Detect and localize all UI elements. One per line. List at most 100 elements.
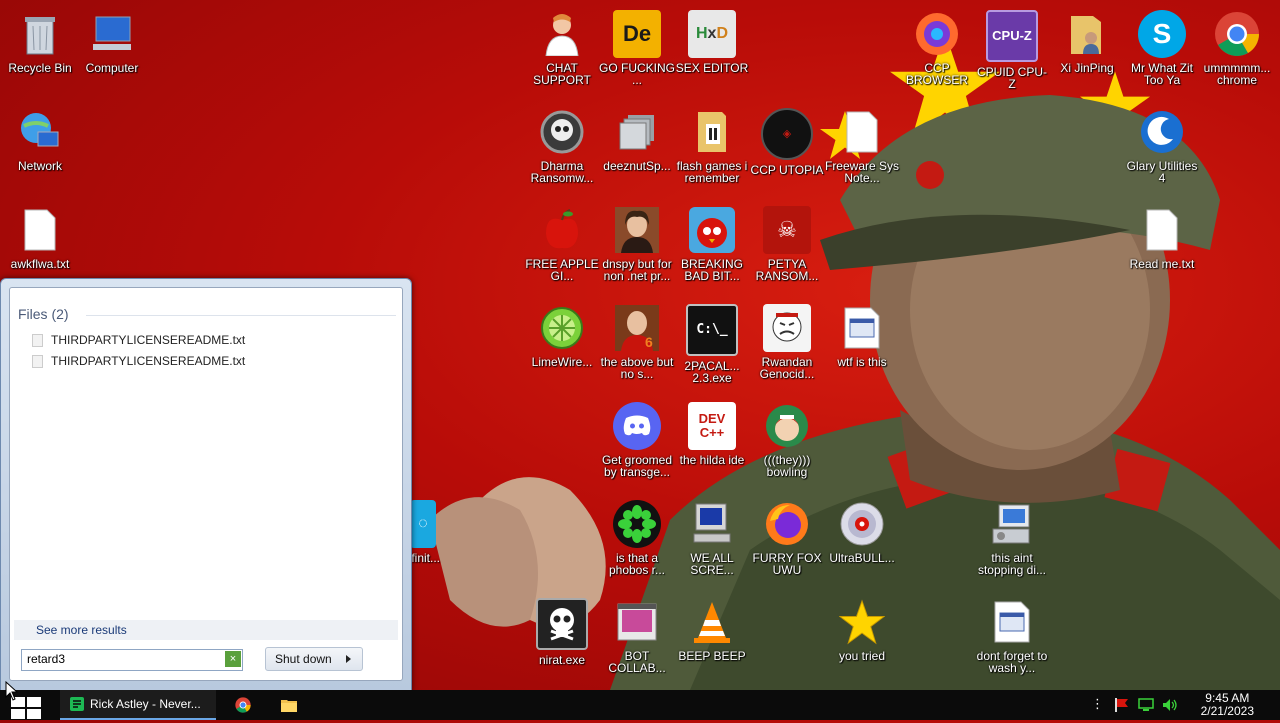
taskbar-item-notepad[interactable]: Rick Astley - Never... — [60, 690, 216, 720]
vlc-icon — [688, 598, 736, 646]
desktop-icon-bot-collab[interactable]: BOT COLLAB... — [597, 594, 677, 686]
icon-label: CHAT SUPPORT — [533, 61, 591, 87]
petya-skull-icon: ☠ — [763, 206, 811, 254]
desktop-icon-phobos[interactable]: is that a phobos r... — [597, 496, 677, 588]
desktop-icon-you-tried[interactable]: you tried — [822, 594, 902, 686]
skype-icon: S — [1138, 10, 1186, 58]
chrome-icon — [1213, 10, 1261, 58]
start-search-input[interactable] — [22, 650, 219, 668]
desktop-icon-dont-forget[interactable]: dont forget to wash y... — [972, 594, 1052, 686]
desktop-icon-dharma[interactable]: Dharma Ransomw... — [522, 104, 602, 196]
desktop-icon-this-aint-stopping[interactable]: this aint stopping di... — [972, 496, 1052, 588]
de-app-icon: De — [613, 10, 661, 58]
desktop-icon-beep-beep[interactable]: BEEP BEEP — [672, 594, 752, 686]
desktop-icon-rwandan[interactable]: Rwandan Genocid... — [747, 300, 827, 392]
icon-label: SEX EDITOR — [675, 61, 749, 75]
icon-label: dnspy but for non .net pr... — [602, 257, 672, 283]
desktop-icon-nirat[interactable]: nirat.exe — [522, 594, 602, 686]
icon-label: Network — [17, 159, 62, 173]
icon-label: Glary Utilities 4 — [1126, 159, 1198, 185]
desktop-icon-get-groomed[interactable]: Get groomed by transge... — [597, 398, 677, 490]
text-file-icon — [838, 108, 886, 156]
desktop-icon-bowling[interactable]: (((they))) bowling — [747, 398, 827, 490]
icon-label: Get groomed by transge... — [601, 453, 673, 479]
shutdown-button[interactable]: Shut down — [265, 647, 363, 671]
desktop-icon-wtf-is-this[interactable]: wtf is this — [822, 300, 902, 392]
icon-label: deeznutSp... — [603, 159, 671, 173]
search-result-file[interactable]: THIRDPARTYLICENSEREADME.txt — [32, 352, 245, 370]
desktop-icon-ccp-utopia[interactable]: ◈ CCP UTOPIA — [747, 104, 827, 196]
desktop-icon-recycle-bin[interactable]: Recycle Bin — [0, 6, 80, 98]
overflow-icon[interactable]: ⋮ — [1091, 697, 1104, 710]
icon-label: Dharma Ransomw... — [530, 159, 594, 185]
desktop-icon-freeware-sys-note[interactable]: Freeware Sys Note... — [822, 104, 902, 196]
disc-icon — [838, 500, 886, 548]
search-results-panel: Files (2) THIRDPARTYLICENSEREADME.txt TH… — [9, 287, 403, 681]
firefox-icon — [763, 500, 811, 548]
desktop-icon-we-all-scre[interactable]: WE ALL SCRE... — [672, 496, 752, 588]
desktop-icon-limewire[interactable]: LimeWire... — [522, 300, 602, 392]
clock-date: 2/21/2023 — [1200, 704, 1254, 718]
desktop-icon-chat-support[interactable]: CHAT SUPPORT — [522, 6, 602, 98]
installer-icon — [988, 500, 1036, 548]
flag-icon[interactable] — [1114, 698, 1130, 712]
shortcut-icon — [613, 108, 661, 156]
icq-icon — [613, 500, 661, 548]
taskbar-window-title: Rick Astley - Never... — [90, 697, 201, 711]
desktop-icon-flash-games[interactable]: flash games i remember — [672, 104, 752, 196]
icon-label: PETYA RANSOM... — [755, 257, 819, 283]
taskbar-clock[interactable]: 9:45 AM 2/21/2023 — [1201, 692, 1254, 718]
icon-label: the hilda ide — [679, 453, 745, 467]
desktop-icon-2pacal[interactable]: C:\_ 2PACAL... 2.3.exe — [672, 300, 752, 392]
see-more-label: See more results — [36, 623, 127, 637]
icon-label: Computer — [85, 61, 139, 75]
desktop-icon-free-apple[interactable]: FREE APPLE GI... — [522, 202, 602, 294]
search-result-file[interactable]: THIRDPARTYLICENSEREADME.txt — [32, 331, 245, 349]
icon-label: Rwandan Genocid... — [759, 355, 815, 381]
desktop-icon-xi-jinping[interactable]: Xi JinPing — [1047, 6, 1127, 98]
desktop-icon-network[interactable]: Network — [0, 104, 80, 196]
icon-label: UltraBULL... — [829, 551, 895, 565]
clear-search-icon[interactable]: × — [225, 651, 241, 667]
icon-label: flash games i remember — [676, 159, 748, 185]
desktop-icon-chrome[interactable]: ummmmm... chrome — [1197, 6, 1277, 98]
taskbar-item-file-explorer[interactable] — [272, 690, 306, 720]
icon-label: 2PACAL... 2.3.exe — [684, 359, 740, 385]
desktop-icon-ultrabull[interactable]: UltraBULL... — [822, 496, 902, 588]
ccp-utopia-icon: ◈ — [761, 108, 813, 160]
apple-icon — [538, 206, 586, 254]
icon-label: WE ALL SCRE... — [690, 551, 734, 577]
taskbar-item-chrome[interactable] — [226, 690, 260, 720]
volume-icon[interactable] — [1162, 698, 1178, 712]
desktop-icon-dnspy[interactable]: dnspy but for non .net pr... — [597, 202, 677, 294]
desktop-icon-computer[interactable]: Computer — [72, 6, 152, 98]
firefox-style-icon — [913, 10, 961, 58]
desktop-icon-deeznutsp[interactable]: deeznutSp... — [597, 104, 677, 196]
taskbar: Rick Astley - Never... ⋮ 9:45 AM 2/21/20… — [0, 690, 1280, 720]
desktop-icon-petya[interactable]: ☠ PETYA RANSOM... — [747, 202, 827, 294]
text-file-icon — [32, 333, 43, 347]
partial-app-icon: ◌ — [410, 500, 436, 548]
network-icon[interactable] — [1138, 698, 1154, 712]
desktop-icon-skype[interactable]: S Mr What Zit Too Ya — [1122, 6, 1202, 98]
desktop-icon-breaking-bad[interactable]: BREAKING BAD BIT... — [672, 202, 752, 294]
desktop-icon-read-me[interactable]: Read me.txt — [1122, 202, 1202, 294]
icon-label: FURRY FOX UWU — [752, 551, 822, 577]
icon-label: Freeware Sys Note... — [824, 159, 900, 185]
desktop-icon-ccp-browser[interactable]: CCP BROWSER — [897, 6, 977, 98]
icon-label: CCP UTOPIA — [750, 163, 824, 177]
desktop-icon-cpuid[interactable]: CPU-Z CPUID CPU-Z — [972, 6, 1052, 98]
desktop-icon-the-above[interactable]: 6 the above but no s... — [597, 300, 677, 392]
desktop-icon-go-fucking[interactable]: De GO FUCKING ... — [597, 6, 677, 98]
pc-icon — [688, 500, 736, 548]
desktop-icon-hilda-ide[interactable]: DEV C++ the hilda ide — [672, 398, 752, 490]
icon-label: GO FUCKING ... — [599, 61, 676, 87]
svg-text:6: 6 — [645, 334, 653, 350]
recycle-bin-icon — [16, 10, 64, 58]
desktop-icon-glary-utilities[interactable]: Glary Utilities 4 — [1122, 104, 1202, 196]
desktop-icon-sex-editor[interactable]: HxD SEX EDITOR — [672, 6, 752, 98]
desktop-icon-furry-fox[interactable]: FURRY FOX UWU — [747, 496, 827, 588]
see-more-results-link[interactable]: See more results — [14, 620, 398, 640]
chevron-right-icon[interactable] — [346, 655, 351, 663]
start-search-box[interactable]: × — [21, 649, 243, 671]
